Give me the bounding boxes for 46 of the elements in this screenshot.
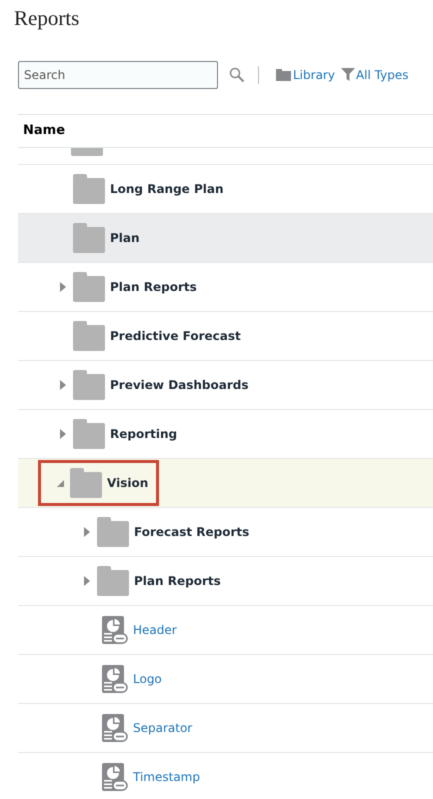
folder-name: Preview Dashboards (110, 376, 249, 394)
folder-icon (73, 174, 105, 204)
tree-row[interactable]: Forecast Reports (18, 508, 433, 556)
page-title: Reports (13, 5, 80, 32)
report-link[interactable]: Separator (133, 718, 192, 736)
library-button[interactable]: Library (276, 66, 335, 84)
tree-row[interactable]: Plan (18, 214, 433, 262)
folder-icon (73, 272, 105, 302)
report-icon (102, 762, 128, 790)
folder-name: Predictive Forecast (110, 328, 241, 344)
folder-name: Long Range Plan (110, 180, 224, 198)
report-icon (102, 714, 128, 742)
folder-icon (73, 418, 105, 448)
search-field[interactable]: Search (18, 60, 218, 88)
tree-row[interactable]: Plan Reports (18, 556, 433, 606)
folder-name: Plan Reports (110, 278, 197, 296)
tree-row[interactable]: Vision (18, 458, 433, 508)
report-link[interactable]: Logo (133, 670, 162, 688)
report-link[interactable]: Header (133, 620, 177, 638)
report-link[interactable]: Timestamp (133, 768, 200, 786)
folder-name: Vision (107, 474, 148, 492)
folder-name: Plan (110, 230, 140, 246)
search-icon[interactable] (229, 66, 245, 82)
folder-icon (70, 468, 102, 498)
folder-name: Forecast Reports (134, 524, 250, 540)
folder-icon (73, 370, 105, 400)
report-icon (102, 664, 128, 692)
tree-row[interactable]: Long Range Plan (18, 164, 433, 214)
tree-row[interactable]: Reporting (18, 410, 433, 458)
tree-row[interactable]: Logo (18, 654, 433, 704)
folder-icon (97, 566, 129, 596)
folder-icon (73, 222, 105, 252)
tree-row[interactable]: Separator (18, 704, 433, 752)
report-icon (102, 616, 128, 644)
tree-row[interactable]: Plan Reports (18, 262, 433, 312)
folder-icon (276, 68, 291, 80)
type-filter-button[interactable]: All Types (340, 66, 408, 84)
folder-icon (97, 516, 129, 546)
funnel-icon (340, 68, 355, 81)
tree-row[interactable]: Preview Dashboards (18, 360, 433, 410)
column-header[interactable]: Name (23, 120, 66, 140)
folder-name: Plan Reports (134, 572, 221, 590)
folder-name: Reporting (110, 426, 178, 442)
folder-icon (73, 320, 105, 350)
tree-row[interactable]: Predictive Forecast (18, 312, 433, 360)
tree-row[interactable]: Header (18, 606, 433, 654)
